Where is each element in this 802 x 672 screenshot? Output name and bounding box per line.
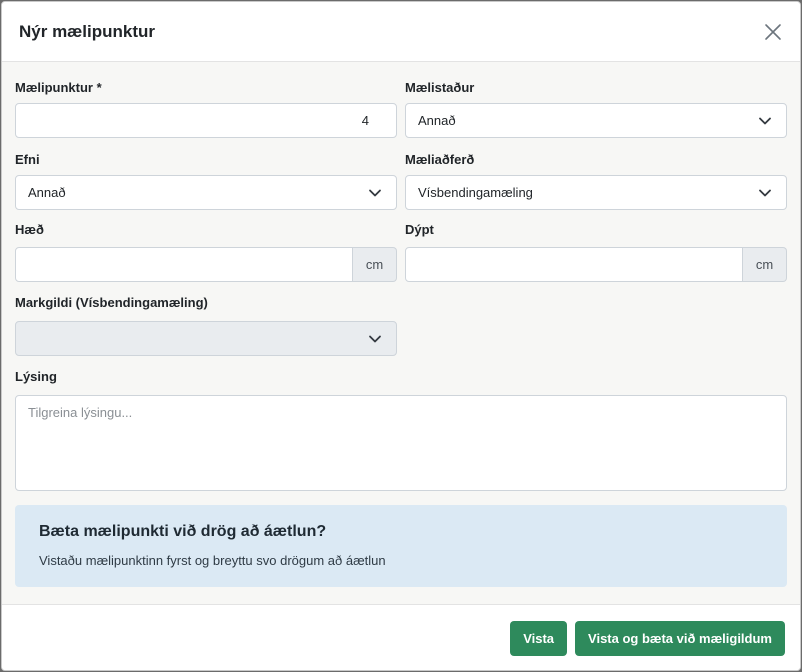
- description-label: Lýsing: [15, 369, 57, 384]
- dialog-title: Nýr mælipunktur: [19, 21, 156, 41]
- plan-draft-alert: Bæta mælipunkti við drög að áætlun? Vist…: [15, 505, 787, 587]
- new-measurement-point-dialog: Nýr mælipunktur Mælipunktur * Mælistaður…: [1, 1, 801, 671]
- material-select[interactable]: Annað: [15, 175, 397, 210]
- dialog-body: Mælipunktur * Mælistaður Annað Efni Anna…: [2, 62, 800, 604]
- location-select[interactable]: Annað: [405, 103, 787, 138]
- height-input-group: cm: [15, 247, 397, 282]
- save-and-add-values-button[interactable]: Vista og bæta við mæligildum: [575, 621, 785, 656]
- dialog-footer: Vista Vista og bæta við mæligildum: [2, 604, 800, 670]
- depth-input-group: cm: [405, 247, 787, 282]
- close-button[interactable]: [760, 19, 786, 45]
- chevron-down-icon: [369, 189, 381, 196]
- location-label: Mælistaður: [405, 80, 475, 95]
- material-label: Efni: [15, 152, 40, 167]
- description-textarea[interactable]: [15, 395, 787, 491]
- method-select[interactable]: Vísbendingamæling: [405, 175, 787, 210]
- depth-unit: cm: [743, 247, 787, 282]
- height-label: Hæð: [15, 222, 44, 237]
- dialog-header: Nýr mælipunktur: [2, 2, 800, 62]
- height-unit: cm: [353, 247, 397, 282]
- save-button[interactable]: Vista: [510, 621, 568, 656]
- measurement-point-field: [15, 103, 397, 138]
- target-value-select[interactable]: [15, 321, 397, 356]
- alert-title: Bæta mælipunkti við drög að áætlun?: [39, 523, 327, 540]
- measurement-point-label: Mælipunktur *: [15, 80, 102, 95]
- location-value: Annað: [418, 113, 456, 128]
- depth-label: Dýpt: [405, 222, 434, 237]
- target-value-label: Markgildi (Vísbendingamæling): [15, 295, 208, 310]
- height-input[interactable]: [16, 248, 352, 281]
- method-label: Mæliaðferð: [405, 152, 475, 167]
- measurement-point-input[interactable]: [16, 104, 396, 137]
- depth-input[interactable]: [406, 248, 742, 281]
- close-icon: [765, 23, 781, 40]
- material-value: Annað: [28, 185, 66, 200]
- alert-text: Vistaðu mælipunktinn fyrst og breyttu sv…: [39, 553, 386, 568]
- chevron-down-icon: [369, 335, 381, 342]
- chevron-down-icon: [759, 189, 771, 196]
- method-value: Vísbendingamæling: [418, 185, 533, 200]
- chevron-down-icon: [759, 117, 771, 124]
